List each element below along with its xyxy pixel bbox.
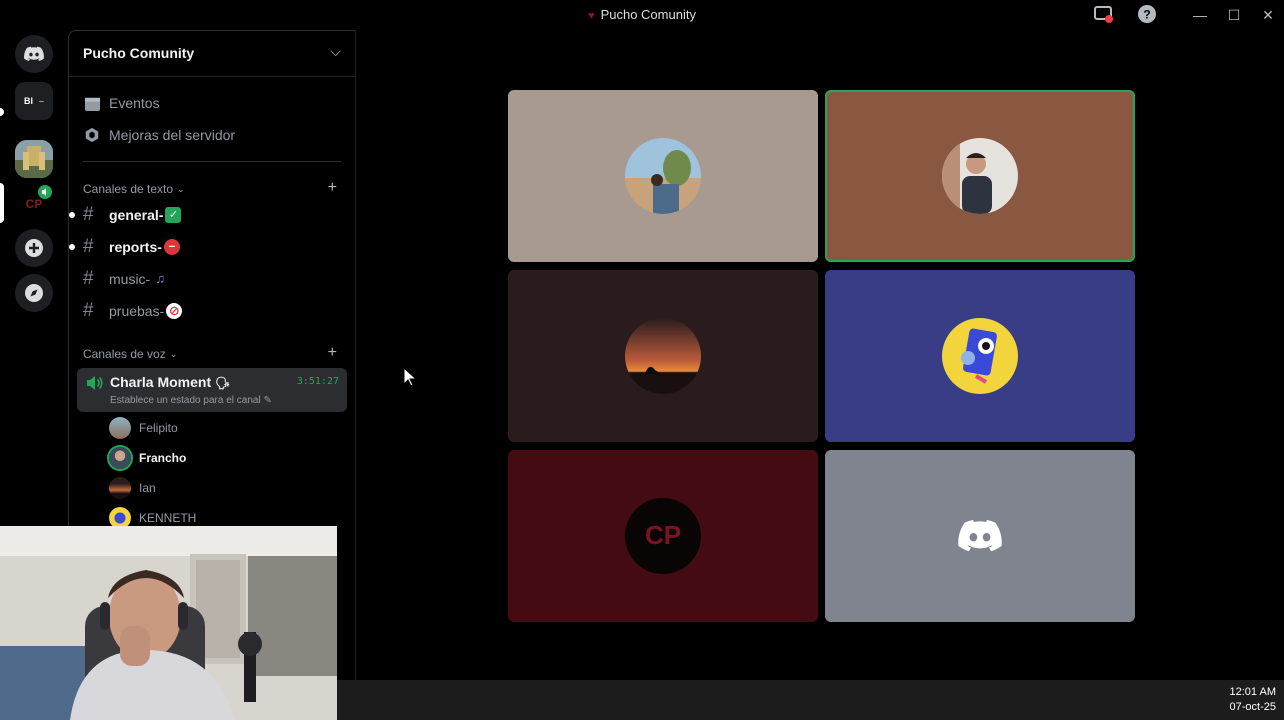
speaking-head-emoji-icon: 🗣 xyxy=(215,376,231,390)
divider xyxy=(83,161,341,162)
voice-user-felipito[interactable]: Felipito xyxy=(109,416,178,440)
user-name: Francho xyxy=(139,451,187,465)
text-category-label: Canales de texto xyxy=(83,182,174,196)
voice-user-ian[interactable]: Ian xyxy=(109,476,156,500)
mech-server-icon xyxy=(15,140,53,178)
server-name: Pucho Comunity xyxy=(83,45,195,61)
voice-timer: 3:51:27 xyxy=(296,376,339,387)
voice-status-label: Establece un estado para el canal xyxy=(110,395,261,406)
user-name: Ian xyxy=(139,481,156,495)
svg-text:CP: CP xyxy=(645,520,681,550)
clock-date: 07-oct-25 xyxy=(1229,701,1276,713)
server-folder[interactable]: Bl – xyxy=(15,82,53,120)
add-voice-channel-button[interactable]: + xyxy=(328,344,337,362)
chevron-down-icon: ⌵ xyxy=(330,43,341,59)
server-boost-item[interactable]: Mejoras del servidor xyxy=(83,124,235,146)
add-text-channel-button[interactable]: + xyxy=(328,179,337,197)
boost-icon xyxy=(83,126,101,144)
hash-icon: # xyxy=(83,268,94,289)
channel-name: reports- xyxy=(109,239,162,255)
server-header[interactable]: Pucho Comunity ⌵ xyxy=(69,31,355,77)
avatar xyxy=(109,417,131,439)
text-category[interactable]: Canales de texto ⌄ xyxy=(83,182,185,196)
channel-name: pruebas- xyxy=(109,303,165,319)
svg-text:?: ? xyxy=(1143,8,1150,22)
participant-avatar xyxy=(625,318,701,394)
folder-dash: – xyxy=(38,96,44,106)
discover-button[interactable] xyxy=(15,274,53,312)
maximize-button[interactable]: ☐ xyxy=(1222,4,1246,26)
calendar-icon xyxy=(83,94,101,112)
channel-name: music- xyxy=(109,271,151,287)
no-entry-emoji-icon: − xyxy=(163,239,180,255)
prohibited-emoji-icon: ⊘ xyxy=(166,303,183,319)
unread-dot xyxy=(69,212,75,218)
hash-icon: # xyxy=(83,236,94,257)
discord-logo-icon xyxy=(942,498,1018,574)
voice-user-francho[interactable]: Francho xyxy=(109,446,186,470)
selected-server-pill xyxy=(0,183,4,223)
voice-channel-name: Charla Moment 🗣 xyxy=(110,374,230,390)
participant-avatar xyxy=(942,318,1018,394)
channel-reports[interactable]: # reports- − xyxy=(69,235,180,259)
webcam-feed xyxy=(0,526,337,720)
voice-category-label: Canales de voz xyxy=(83,347,166,361)
events-label: Eventos xyxy=(109,95,160,111)
events-item[interactable]: Eventos xyxy=(83,92,160,114)
clock-time: 12:01 AM xyxy=(1229,686,1276,698)
pencil-icon: ✎ xyxy=(263,395,272,406)
channel-pruebas[interactable]: # pruebas- ⊘ xyxy=(83,299,183,323)
video-tile-kenneth[interactable] xyxy=(825,270,1135,442)
participant-avatar xyxy=(625,138,701,214)
webcam-overlay xyxy=(0,526,337,720)
compass-icon xyxy=(25,284,43,302)
chevron-down-icon: ⌄ xyxy=(177,183,185,194)
channel-music[interactable]: # music- ♫ xyxy=(83,267,168,291)
system-clock[interactable]: 12:01 AM 07-oct-25 xyxy=(1230,685,1276,715)
video-tile-cp[interactable]: CP xyxy=(508,450,818,622)
voice-status-text[interactable]: Establece un estado para el canal ✎ xyxy=(110,395,272,406)
channel-name: general- xyxy=(109,207,164,223)
user-name: KENNETH xyxy=(139,511,197,525)
unread-dot xyxy=(69,244,75,250)
check-emoji-icon: ✓ xyxy=(165,207,182,223)
server-icon-mech[interactable] xyxy=(15,140,53,178)
plus-circle-icon xyxy=(25,239,43,257)
hash-icon: # xyxy=(83,204,94,225)
title-bar: ♥ Pucho Comunity ? — ☐ ✕ xyxy=(0,0,1284,30)
server-heart-icon: ♥ xyxy=(588,10,595,22)
unread-pill xyxy=(0,108,4,116)
svg-text:CP: CP xyxy=(26,197,43,211)
chevron-down-icon: ⌄ xyxy=(169,348,178,359)
pucho-server-icon: CP xyxy=(26,185,52,211)
close-button[interactable]: ✕ xyxy=(1256,4,1280,26)
video-tile-ian[interactable] xyxy=(508,270,818,442)
home-button[interactable] xyxy=(15,35,53,73)
hash-thread-icon: # xyxy=(83,300,94,321)
participant-avatar xyxy=(942,138,1018,214)
mouse-cursor-icon xyxy=(403,367,417,387)
server-folder-label: Bl xyxy=(23,96,33,106)
participant-avatar: CP xyxy=(625,498,701,574)
voice-channel-charla[interactable]: Charla Moment 🗣 3:51:27 Establece un est… xyxy=(77,368,347,412)
user-name: Felipito xyxy=(139,421,178,435)
channel-general[interactable]: # general- ✓ xyxy=(69,203,182,227)
avatar xyxy=(109,477,131,499)
minimize-button[interactable]: — xyxy=(1188,4,1212,26)
add-server-button[interactable] xyxy=(15,229,53,267)
video-tile-discord[interactable] xyxy=(825,450,1135,622)
music-notes-emoji-icon: ♫ xyxy=(155,271,166,286)
speaker-icon xyxy=(87,376,103,390)
discord-logo-icon xyxy=(24,46,44,61)
window-title-text: Pucho Comunity xyxy=(600,7,696,22)
server-boost-label: Mejoras del servidor xyxy=(109,127,236,143)
voice-category[interactable]: Canales de voz ⌄ xyxy=(83,347,177,361)
help-icon[interactable]: ? xyxy=(1135,4,1159,26)
video-tile-francho[interactable] xyxy=(825,90,1135,262)
avatar xyxy=(109,447,131,469)
voice-channel-name-text: Charla Moment xyxy=(110,374,212,390)
server-icon-pucho[interactable]: CP xyxy=(15,184,53,222)
inbox-icon[interactable] xyxy=(1091,4,1115,26)
video-tile-felipito[interactable] xyxy=(508,90,818,262)
